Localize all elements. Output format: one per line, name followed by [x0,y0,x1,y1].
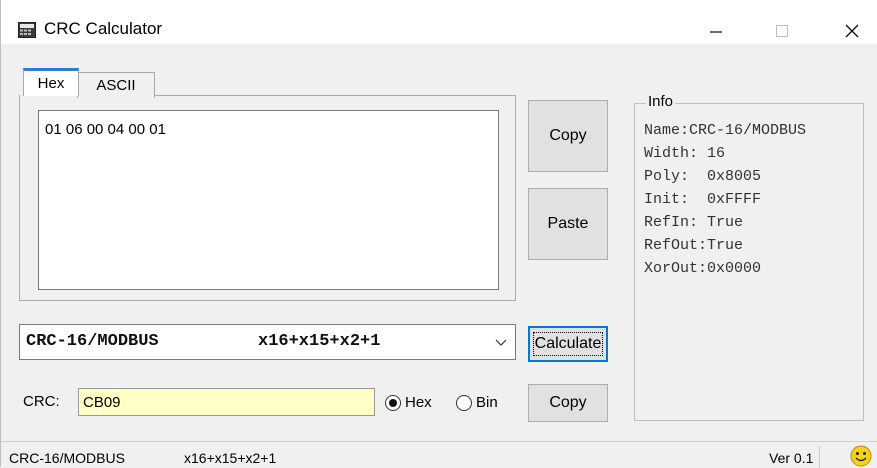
crc-calculator-window: CRC Calculator Hex ASCII 01 06 00 04 00 … [0,0,877,468]
status-bar: CRC-16/MODBUS x16+x15+x2+1 Ver 0.1 [1,441,877,468]
info-group-label: Info [646,93,676,110]
calculate-label: Calculate [532,332,604,356]
title-bar: CRC Calculator [1,0,877,44]
info-poly: Poly: 0x8005 [644,168,762,185]
info-refout: RefOut:True [644,237,744,254]
calculator-icon [18,22,36,38]
smiley-icon [850,445,872,467]
algorithm-polynomial: x16+x15+x2+1 [258,332,381,351]
copy-input-button[interactable]: Copy [528,100,608,172]
algorithm-select[interactable]: CRC-16/MODBUS x16+x15+x2+1 [19,324,516,360]
status-divider [819,446,820,468]
status-version: Ver 0.1 [769,450,814,466]
info-width: Width: 16 [644,145,726,162]
radio-hex-label: Hex [405,394,432,411]
window-title: CRC Calculator [44,19,163,38]
copy-crc-button[interactable]: Copy [528,384,608,422]
info-refin: RefIn: True [644,214,744,231]
crc-result-field[interactable] [78,388,375,416]
minimize-button[interactable] [701,16,731,46]
info-init: Init: 0xFFFF [644,191,762,208]
calculate-button[interactable]: Calculate [528,326,608,362]
maximize-icon [776,25,788,37]
crc-label: CRC: [23,393,60,410]
radio-bin-label: Bin [476,394,498,411]
maximize-button[interactable] [767,16,797,46]
info-name: Name:CRC-16/MODBUS [644,122,807,139]
radio-bin-indicator[interactable] [456,394,472,411]
status-polynomial: x16+x15+x2+1 [184,450,277,466]
tab-hex[interactable]: Hex [23,68,79,96]
chevron-down-icon[interactable] [495,339,507,347]
paste-button[interactable]: Paste [528,188,608,260]
radio-hex[interactable]: Hex [385,394,432,411]
status-algorithm-name: CRC-16/MODBUS [9,450,125,466]
radio-hex-indicator[interactable] [385,394,401,411]
hex-input[interactable]: 01 06 00 04 00 01 [38,110,499,290]
close-button[interactable] [837,16,867,46]
close-icon [845,24,859,38]
minimize-icon [710,31,722,33]
algorithm-name: CRC-16/MODBUS [26,332,159,351]
info-xorout: XorOut:0x0000 [644,260,762,277]
radio-bin[interactable]: Bin [456,394,498,411]
tab-ascii[interactable]: ASCII [77,72,155,98]
